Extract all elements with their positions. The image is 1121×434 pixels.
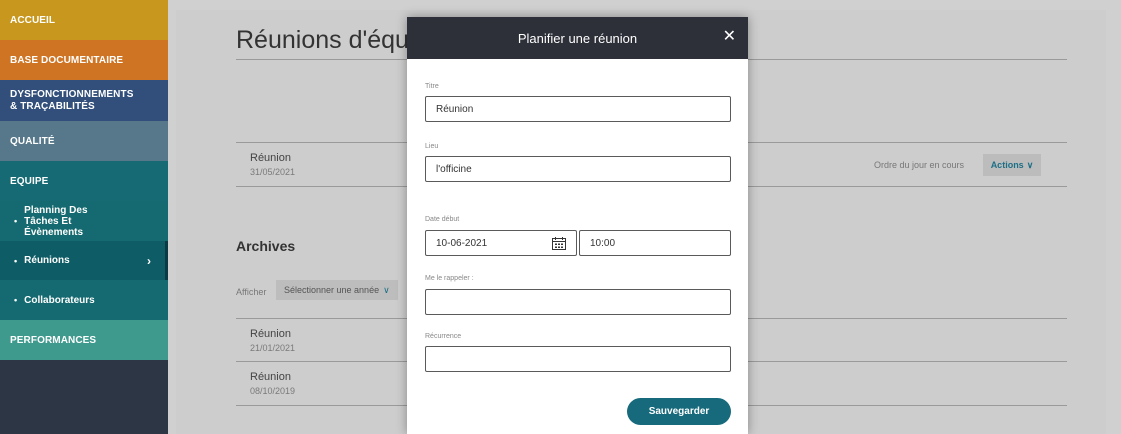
titre-label: Titre	[425, 83, 439, 90]
actions-label: Actions	[990, 160, 1024, 170]
sidebar-subitem-planning[interactable]: • Planning Des Tâches Et Évènements	[0, 201, 168, 241]
sidebar-item-base-documentaire[interactable]: BASE DOCUMENTAIRE	[0, 40, 168, 80]
save-button[interactable]: Sauvegarder	[627, 398, 731, 425]
titre-input[interactable]: Réunion	[425, 96, 731, 122]
sidebar-item-label: EQUIPE	[10, 175, 49, 187]
sidebar-item-accueil[interactable]: ACCUEIL	[0, 0, 168, 40]
sidebar-item-label: DYSFONCTIONNEMENTS & TRAÇABILITÉS	[10, 88, 134, 112]
year-select[interactable]: Sélectionner une année ∨	[276, 280, 398, 300]
chevron-down-icon: ∨	[1026, 159, 1034, 170]
time-value: 10:00	[590, 237, 616, 249]
plan-meeting-modal: Planifier une réunion ✕ Titre Réunion Li…	[407, 17, 748, 434]
rappel-input[interactable]	[425, 289, 731, 315]
modal-title: Planifier une réunion	[517, 30, 638, 46]
year-select-value: Sélectionner une année	[284, 285, 380, 295]
page-title: Réunions d'équi	[236, 26, 415, 54]
sidebar-subitem-reunions[interactable]: • Réunions ›	[0, 241, 168, 280]
archive-title[interactable]: Réunion	[250, 371, 291, 383]
bullet-icon: •	[14, 215, 18, 226]
sidebar-subitem-label: Collaborateurs	[24, 294, 95, 306]
rappel-label: Me le rappeler :	[425, 275, 474, 282]
sidebar-item-qualite[interactable]: QUALITÉ	[0, 121, 168, 161]
archive-title[interactable]: Réunion	[250, 328, 291, 340]
chevron-down-icon: ∨	[383, 284, 390, 295]
titre-value: Réunion	[436, 103, 474, 115]
archive-date: 08/10/2019	[250, 386, 296, 396]
meeting-date: 31/05/2021	[250, 167, 296, 177]
sidebar-item-label: ACCUEIL	[10, 14, 56, 26]
sidebar-item-dysfonctionnements[interactable]: DYSFONCTIONNEMENTS & TRAÇABILITÉS	[0, 80, 168, 121]
bullet-icon: •	[14, 255, 18, 266]
sidebar-item-equipe[interactable]: EQUIPE	[0, 161, 168, 201]
lieu-label: Lieu	[425, 143, 439, 150]
modal-header: Planifier une réunion ✕	[407, 17, 748, 59]
meeting-status: Ordre du jour en cours	[874, 160, 965, 170]
lieu-value: l'officine	[436, 163, 472, 175]
afficher-label: Afficher	[236, 287, 267, 297]
calendar-icon[interactable]	[552, 237, 566, 253]
chevron-right-icon: ›	[147, 253, 151, 268]
sidebar-subitem-label: Réunions	[24, 255, 70, 266]
actions-button[interactable]: Actions ∨	[983, 154, 1041, 176]
sidebar-item-label: PERFORMANCES	[10, 334, 97, 346]
archive-date: 21/01/2021	[250, 343, 296, 353]
date-debut-label: Date début	[425, 216, 460, 223]
recurrence-label: Récurrence	[425, 333, 462, 340]
lieu-input[interactable]: l'officine	[425, 156, 731, 182]
time-input[interactable]: 10:00	[579, 230, 731, 256]
close-icon[interactable]: ✕	[723, 29, 736, 45]
sidebar-subitem-label: Planning Des Tâches Et Évènements	[24, 204, 88, 238]
sidebar-item-label: BASE DOCUMENTAIRE	[10, 54, 124, 66]
meeting-title[interactable]: Réunion	[250, 152, 291, 164]
date-input[interactable]: 10-06-2021	[425, 230, 577, 256]
sidebar: ACCUEIL BASE DOCUMENTAIRE DYSFONCTIONNEM…	[0, 0, 168, 434]
archives-heading: Archives	[236, 238, 296, 254]
bullet-icon: •	[14, 295, 18, 305]
recurrence-input[interactable]	[425, 346, 731, 372]
sidebar-item-label: QUALITÉ	[10, 135, 55, 147]
sidebar-item-performances[interactable]: PERFORMANCES	[0, 320, 168, 360]
sidebar-subitem-collaborateurs[interactable]: • Collaborateurs	[0, 280, 168, 320]
date-value: 10-06-2021	[436, 237, 488, 249]
